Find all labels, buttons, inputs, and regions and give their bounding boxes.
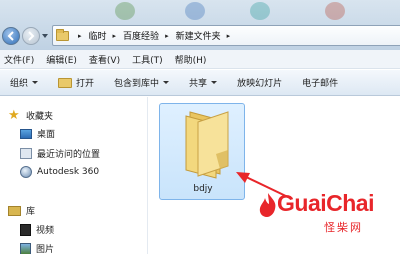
blurred-taskbar-icon: [250, 2, 270, 20]
watermark-flame-icon: [259, 193, 276, 217]
sidebar-item-recent[interactable]: 最近访问的位置: [20, 147, 100, 160]
include-in-library-label: 包含到库中: [114, 79, 160, 89]
folder-icon: [185, 111, 229, 179]
recent-places-icon: [20, 148, 32, 159]
star-icon: ★: [8, 108, 20, 123]
organize-label: 组织: [10, 79, 29, 89]
recent-pages-dropdown[interactable]: [42, 34, 48, 38]
folder-item-selected[interactable]: bdjy: [159, 103, 245, 200]
sidebar-item-label: Autodesk 360: [37, 167, 100, 177]
video-icon: [20, 223, 31, 236]
include-in-library-button[interactable]: 包含到库中: [114, 76, 170, 89]
picture-icon: [20, 242, 31, 254]
menu-view[interactable]: 查看(V): [89, 53, 120, 66]
chevron-down-icon: [163, 81, 170, 84]
email-button[interactable]: 电子邮件: [302, 76, 338, 89]
breadcrumb-separator[interactable]: ▸: [227, 32, 231, 40]
sidebar-item-favorites[interactable]: ★ 收藏夹: [8, 109, 53, 122]
share-label: 共享: [189, 79, 208, 89]
address-bar[interactable]: ▸ 临时 ▸ 百度经验 ▸ 新建文件夹 ▸: [52, 25, 400, 46]
breadcrumb-baidu-jingyan[interactable]: 百度经验: [123, 29, 159, 42]
breadcrumb-new-folder[interactable]: 新建文件夹: [176, 29, 221, 42]
folder-icon: [58, 77, 73, 88]
chevron-down-icon: [211, 81, 218, 84]
sidebar-item-label: 收藏夹: [26, 112, 54, 122]
open-button[interactable]: 打开: [58, 76, 94, 89]
menu-bar: 文件(F) 编辑(E) 查看(V) 工具(T) 帮助(H): [0, 50, 400, 69]
sidebar-item-label: 最近访问的位置: [37, 150, 101, 160]
menu-tools[interactable]: 工具(T): [132, 53, 163, 66]
breadcrumb-separator[interactable]: ▸: [78, 32, 82, 40]
sidebar-item-label: 视频: [36, 226, 55, 236]
slideshow-label: 放映幻灯片: [237, 79, 283, 89]
back-arrow-icon: [7, 31, 14, 41]
sidebar-item-label: 桌面: [37, 130, 56, 140]
sidebar-item-libraries[interactable]: 库: [8, 204, 35, 217]
sidebar-item-pictures[interactable]: 图片: [20, 242, 54, 254]
breadcrumb-separator[interactable]: ▸: [113, 32, 117, 40]
title-bar: ▸ 临时 ▸ 百度经验 ▸ 新建文件夹 ▸: [0, 0, 400, 50]
forward-button[interactable]: [22, 27, 40, 45]
navigation-pane: ★ 收藏夹 桌面 最近访问的位置 Autodesk 360 库 视频 图片: [0, 97, 148, 254]
autodesk-icon: [20, 166, 32, 178]
open-label: 打开: [76, 79, 95, 89]
blurred-taskbar-icon: [115, 2, 135, 20]
share-button[interactable]: 共享: [189, 76, 218, 89]
sidebar-item-label: 图片: [36, 245, 55, 254]
sidebar-item-autodesk[interactable]: Autodesk 360: [20, 166, 99, 178]
menu-edit[interactable]: 编辑(E): [46, 53, 77, 66]
watermark: GuaiChai 怪柴网: [255, 190, 400, 254]
breadcrumb-temp[interactable]: 临时: [89, 29, 107, 42]
organize-button[interactable]: 组织: [10, 76, 39, 89]
library-icon: [8, 205, 21, 216]
sidebar-item-desktop[interactable]: 桌面: [20, 127, 55, 140]
command-toolbar: 组织 打开 包含到库中 共享 放映幻灯片 电子邮件: [0, 70, 400, 96]
blurred-taskbar-icon: [325, 2, 345, 20]
folder-name: bdjy: [193, 184, 213, 194]
back-button[interactable]: [2, 27, 20, 45]
breadcrumb-separator[interactable]: ▸: [165, 32, 169, 40]
watermark-sub: 怪柴网: [324, 221, 363, 234]
menu-file[interactable]: 文件(F): [4, 53, 34, 66]
folder-icon: [56, 28, 69, 41]
sidebar-item-label: 库: [26, 207, 36, 217]
desktop-icon: [20, 128, 32, 139]
sidebar-item-videos[interactable]: 视频: [20, 223, 54, 236]
watermark-brand: GuaiChai: [277, 190, 374, 216]
chevron-down-icon: [32, 81, 39, 84]
forward-arrow-icon: [28, 31, 35, 41]
slideshow-button[interactable]: 放映幻灯片: [237, 76, 282, 89]
email-label: 电子邮件: [302, 79, 339, 89]
menu-help[interactable]: 帮助(H): [175, 53, 207, 66]
blurred-taskbar-icon: [185, 2, 205, 20]
